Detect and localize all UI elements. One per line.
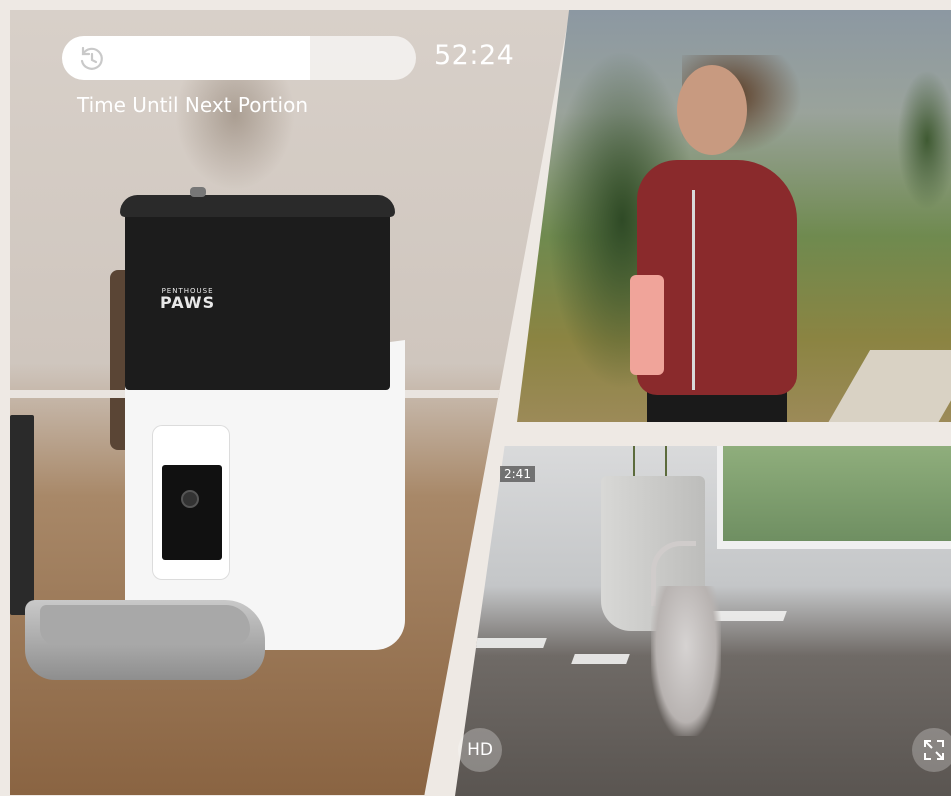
runner-head — [677, 65, 747, 155]
food-bowl-inner — [40, 605, 250, 645]
timer-countdown: 52:24 — [434, 40, 515, 71]
feeder-knob — [190, 187, 206, 197]
timer-caption: Time Until Next Portion — [77, 93, 308, 117]
road — [823, 350, 951, 422]
brand-logo: PENTHOUSE PAWS — [160, 288, 215, 311]
hoodie-zipper — [692, 190, 695, 390]
camera-feed-view — [455, 446, 951, 796]
trees-right — [897, 70, 951, 210]
feeder-camera-window — [162, 465, 222, 560]
expand-icon — [924, 740, 944, 760]
owner-running-photo — [517, 10, 951, 422]
window — [717, 446, 951, 549]
fullscreen-button[interactable] — [912, 728, 951, 772]
side-device — [10, 415, 34, 615]
history-icon — [80, 46, 103, 70]
cat — [651, 586, 721, 736]
vase-plant — [633, 446, 667, 478]
water-bottle — [630, 275, 664, 375]
camera-timestamp: 2:41 — [500, 466, 535, 482]
brand-line2: PAWS — [160, 293, 216, 312]
sunlight-patch — [571, 654, 630, 664]
camera-lens — [181, 490, 199, 508]
hd-toggle-button[interactable]: HD — [458, 728, 502, 772]
sunlight-patch — [473, 638, 547, 648]
feeder-lid — [120, 195, 395, 217]
portion-timer-bar — [62, 36, 416, 80]
